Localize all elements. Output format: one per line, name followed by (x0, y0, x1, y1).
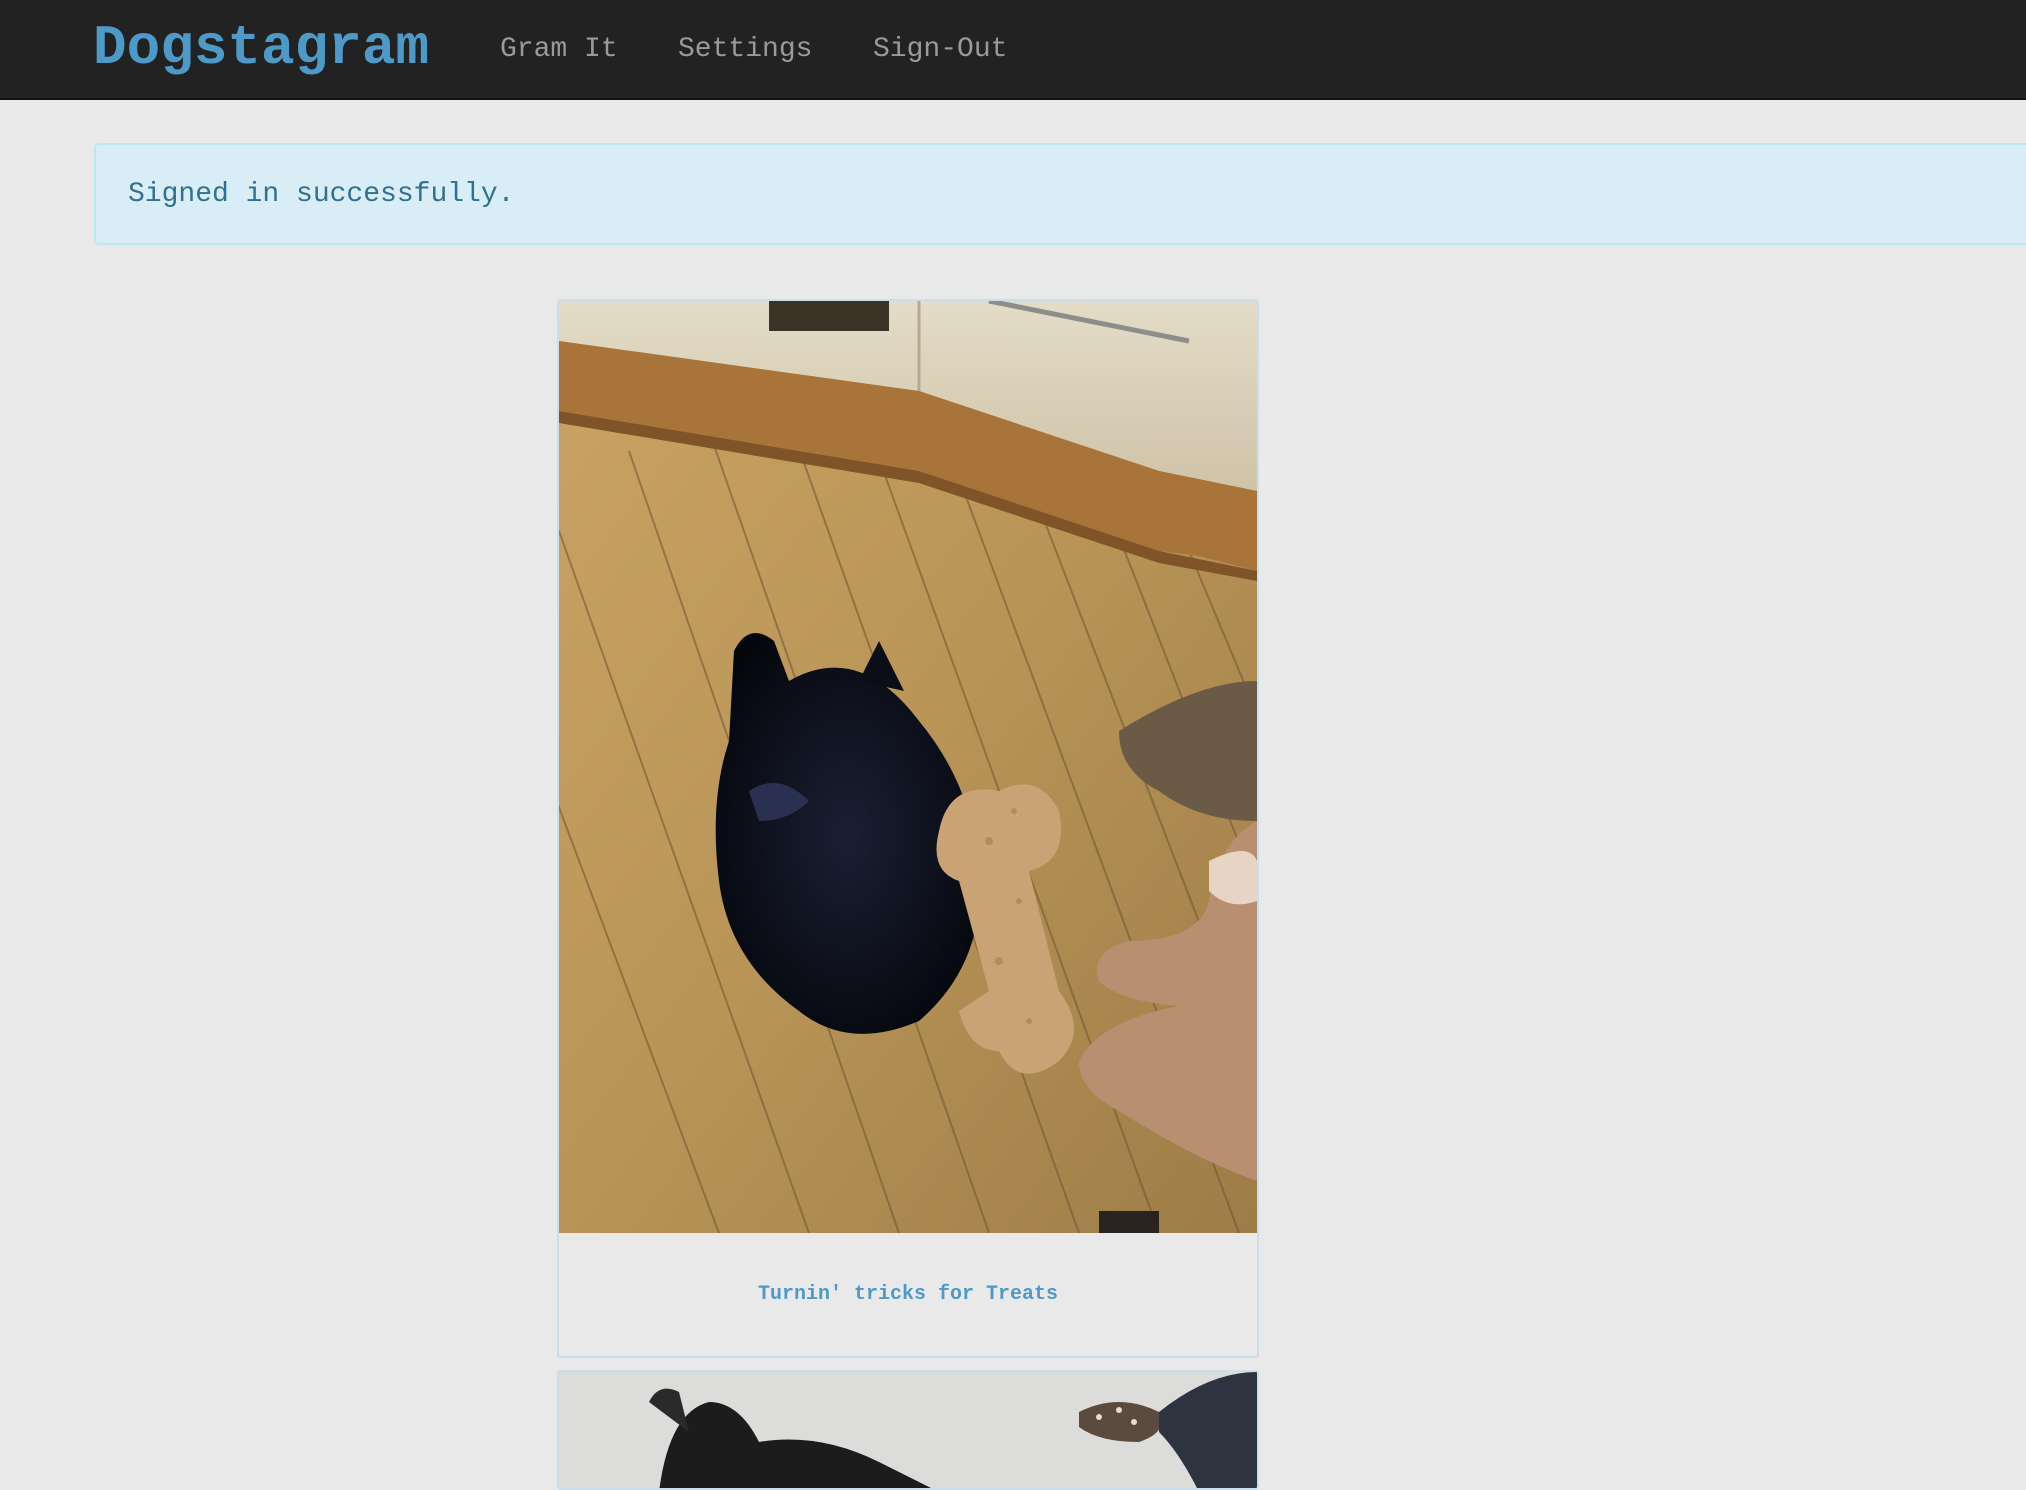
post-photo[interactable] (559, 301, 1257, 1233)
post-caption[interactable]: Turnin' tricks for Treats (559, 1282, 1257, 1308)
flash-notice: Signed in successfully. (94, 143, 2026, 245)
top-navbar: Dogstagram Gram It Settings Sign-Out (0, 0, 2026, 100)
brand-logo-link[interactable]: Dogstagram (93, 18, 429, 78)
post-photo[interactable] (559, 1372, 1257, 1490)
nav-link-sign-out[interactable]: Sign-Out (873, 32, 1007, 68)
post-card (557, 1370, 1259, 1490)
nav-link-gram-it[interactable]: Gram It (500, 32, 618, 68)
nav-link-settings[interactable]: Settings (678, 32, 812, 68)
post-card: Turnin' tricks for Treats (557, 299, 1259, 1358)
flash-message: Signed in successfully. (128, 179, 515, 210)
